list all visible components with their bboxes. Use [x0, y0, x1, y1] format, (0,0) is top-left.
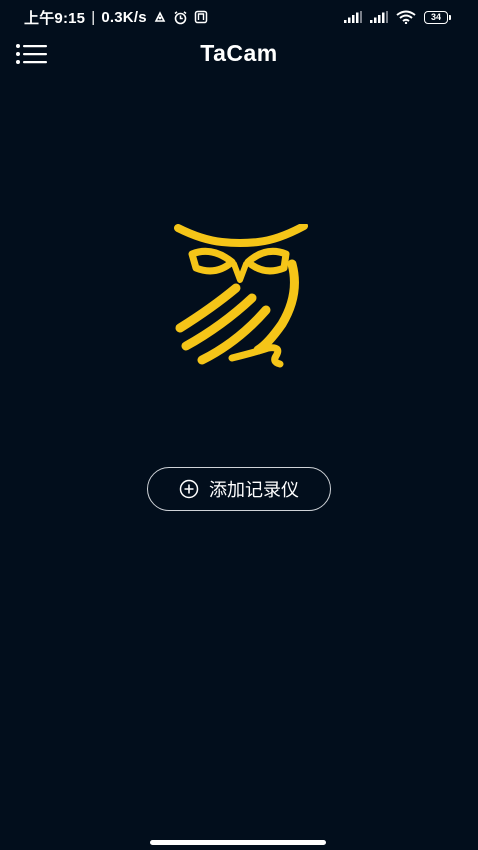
- add-recorder-button[interactable]: 添加记录仪: [147, 467, 331, 511]
- status-right: 34: [344, 10, 451, 24]
- status-separator: |: [91, 8, 96, 26]
- data-saver-icon: [154, 11, 166, 22]
- status-time: 上午9:15: [24, 9, 86, 27]
- battery-level: 34: [430, 12, 441, 22]
- nfc-icon: [194, 10, 207, 24]
- home-indicator[interactable]: [150, 840, 326, 845]
- app-title: TaCam: [200, 40, 278, 66]
- status-bar: 上午9:15 | 0.3K/s 34: [0, 0, 478, 34]
- owl-logo: [174, 224, 308, 368]
- plus-circle-icon: [179, 479, 199, 499]
- wifi-icon: [396, 10, 416, 24]
- app-bar: TaCam: [0, 34, 478, 74]
- signal-icon: [344, 11, 362, 23]
- status-left: 上午9:15 | 0.3K/s: [24, 7, 208, 28]
- alarm-icon: [174, 10, 187, 24]
- battery-icon: 34: [424, 10, 451, 24]
- status-small-icons: [153, 10, 208, 25]
- add-recorder-label: 添加记录仪: [209, 480, 299, 501]
- signal-icon-2: [370, 11, 388, 23]
- network-speed: 0.3K/s: [101, 8, 147, 26]
